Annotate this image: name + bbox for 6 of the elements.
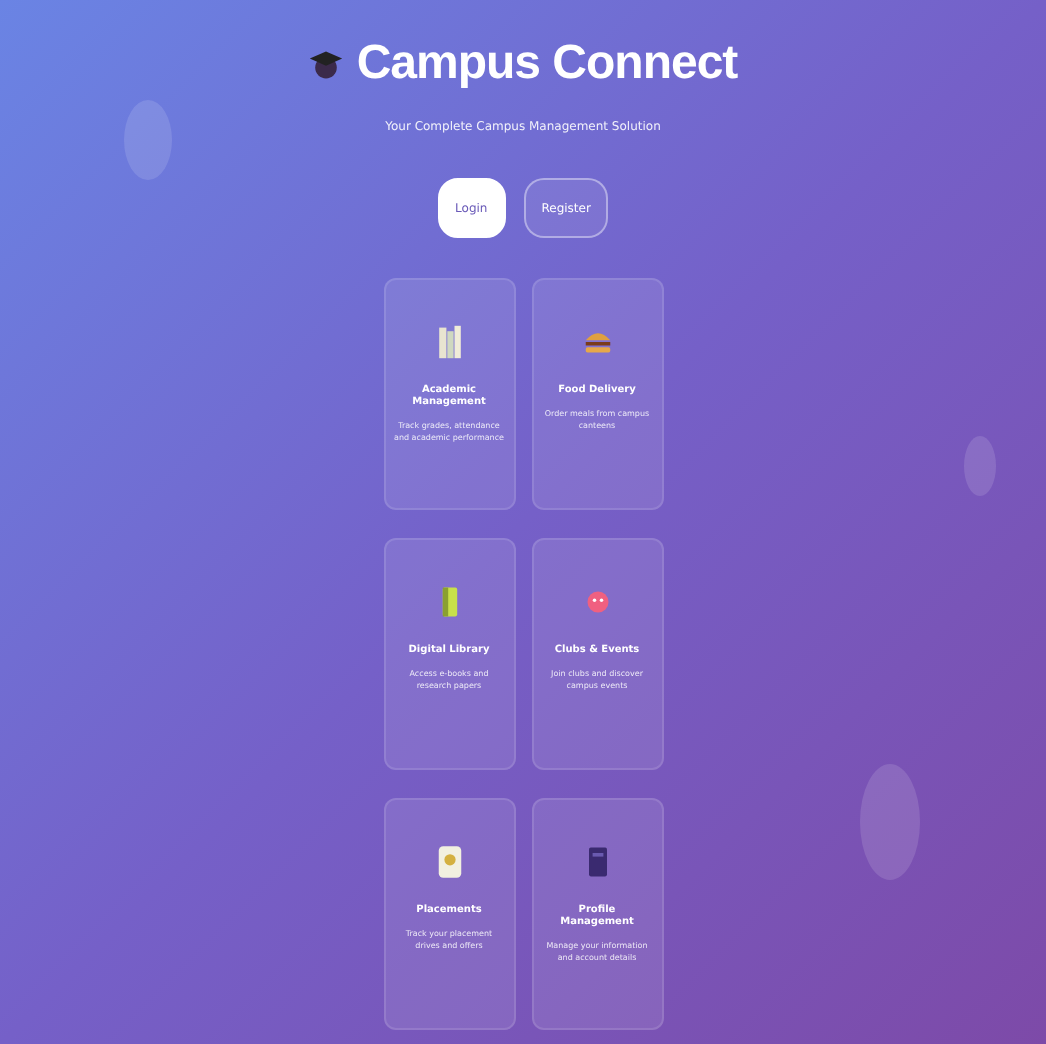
badge-icon — [435, 844, 463, 880]
app-title: Campus Connect — [356, 36, 738, 92]
books-icon — [435, 324, 463, 360]
id-card-icon — [583, 844, 611, 880]
background-bubble — [964, 436, 996, 496]
graduation-cap-icon — [308, 46, 345, 82]
